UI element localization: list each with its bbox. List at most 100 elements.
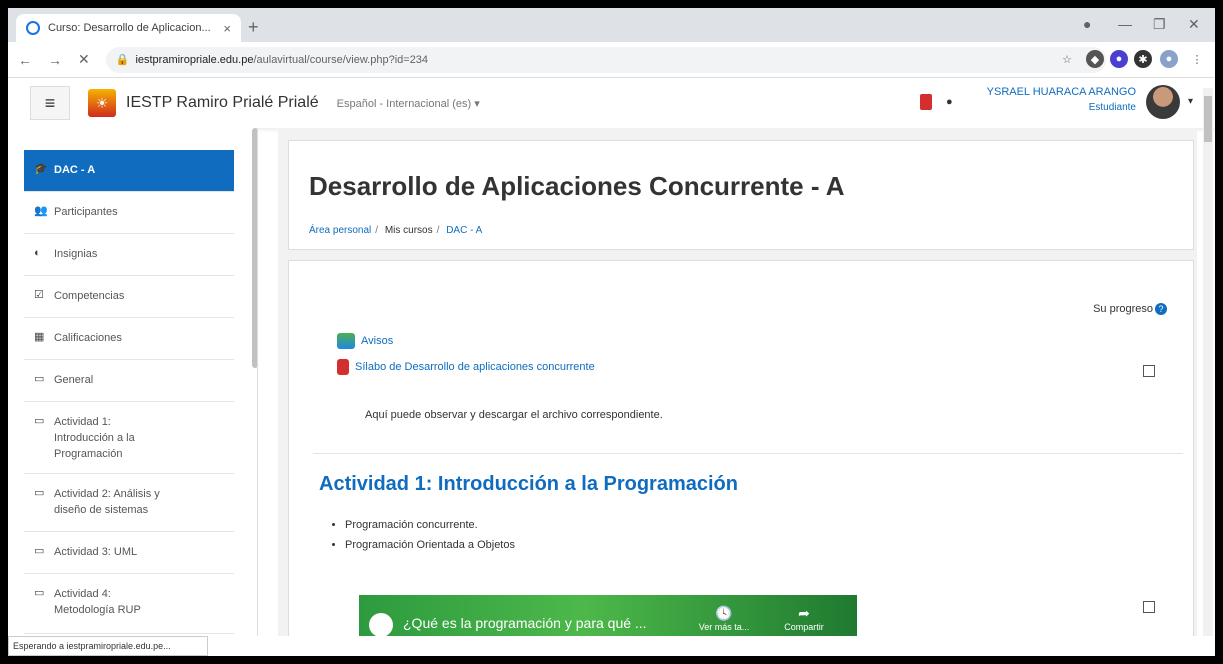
activity-link[interactable]: Sílabo de Desarrollo de aplicaciones con…	[355, 361, 595, 373]
folder-icon: ▭	[34, 373, 45, 385]
breadcrumb-item[interactable]: DAC - A	[446, 225, 482, 236]
sidebar-item-general[interactable]: ▭ General	[24, 360, 234, 402]
sidebar-item-calificaciones[interactable]: ▦ Calificaciones	[24, 318, 234, 360]
sidebar-item-insignias[interactable]: ◐ Insignias	[24, 234, 234, 276]
site-header: ≡ ☀ IESTP Ramiro Prialé Prialé Español -…	[8, 78, 1215, 128]
address-bar: ← → ✕ 🔒 iestpramiropriale.edu.pe /aulavi…	[8, 42, 1215, 78]
main-region: Desarrollo de Aplicaciones Concurrente -…	[278, 128, 1197, 636]
profile-avatar-icon[interactable]: ●	[1160, 50, 1178, 68]
divider	[313, 453, 1183, 454]
page-scrollbar[interactable]	[1203, 88, 1213, 636]
status-bar: Esperando a iestpramiropriale.edu.pe...	[8, 636, 208, 656]
users-icon: 👥	[34, 205, 48, 217]
activity-forum[interactable]: Avisos	[337, 333, 393, 349]
extension-icon[interactable]: ●	[1110, 50, 1128, 68]
completion-checkbox[interactable]	[1143, 601, 1155, 613]
topic-list: Programación concurrente. Programación O…	[345, 519, 515, 559]
tab-title: Curso: Desarrollo de Aplicacion...	[48, 22, 211, 34]
nav-drawer: 🎓 DAC - A 👥 Participantes ◐ Insignias ☑ …	[8, 128, 258, 636]
close-window-button[interactable]: ✕	[1188, 16, 1200, 33]
tab-close-button[interactable]: ×	[223, 21, 231, 36]
language-menu[interactable]: Español - Internacional (es) ▾	[337, 97, 480, 110]
new-tab-button[interactable]: +	[248, 17, 259, 38]
sidebar-item-label: Competencias	[54, 290, 125, 302]
page-header-card: Desarrollo de Aplicaciones Concurrente -…	[288, 140, 1194, 250]
list-item: Programación concurrente.	[345, 519, 515, 531]
scrollbar-thumb[interactable]	[1204, 96, 1212, 142]
drawer-toggle-button[interactable]: ≡	[30, 86, 70, 120]
graduation-cap-icon: 🎓	[34, 163, 48, 175]
sidebar-item-label: Actividad 2: Análisis y diseño de sistem…	[54, 488, 160, 516]
breadcrumb-item[interactable]: Área personal	[309, 225, 371, 236]
browser-tab[interactable]: Curso: Desarrollo de Aplicacion... ×	[16, 14, 241, 42]
avatar[interactable]	[1146, 85, 1180, 119]
completion-checkbox[interactable]	[1143, 365, 1155, 377]
folder-icon: ▭	[34, 545, 45, 557]
sidebar-item-label: Insignias	[54, 248, 98, 260]
sidebar-item-course[interactable]: 🎓 DAC - A	[24, 150, 234, 192]
share-button[interactable]: ➦ Compartir	[769, 605, 839, 632]
share-icon: ➦	[798, 605, 810, 621]
section-title[interactable]: Actividad 1: Introducción a la Programac…	[319, 473, 738, 496]
progress-text: Su progreso	[1093, 303, 1153, 315]
site-name[interactable]: IESTP Ramiro Prialé Prialé	[126, 94, 319, 112]
url-host: iestpramiropriale.edu.pe	[135, 53, 254, 66]
activity-resource[interactable]: Sílabo de Desarrollo de aplicaciones con…	[337, 359, 595, 375]
video-embed[interactable]: ¿Qué es la programación y para qué ... 🕓…	[359, 595, 857, 636]
back-icon[interactable]: ←	[18, 52, 32, 68]
url-path: /aulavirtual/course/view.php?id=234	[253, 53, 429, 66]
share-label: Compartir	[784, 622, 824, 632]
video-title[interactable]: ¿Qué es la programación y para qué ...	[403, 615, 647, 631]
lock-icon: 🔒	[115, 54, 130, 66]
site-logo-icon[interactable]: ☀	[88, 89, 116, 117]
sidebar-item-participantes[interactable]: 👥 Participantes	[24, 192, 234, 234]
folder-icon: ▭	[34, 587, 45, 599]
sidebar-item-actividad-2[interactable]: ▭ Actividad 2: Análisis y diseño de sist…	[24, 474, 234, 532]
messages-icon[interactable]: ●	[946, 96, 953, 108]
forward-icon[interactable]: →	[48, 52, 62, 68]
sidebar-item-competencias[interactable]: ☑ Competencias	[24, 276, 234, 318]
watch-later-button[interactable]: 🕓 Ver más ta...	[689, 605, 759, 632]
forum-icon	[337, 333, 355, 349]
watch-later-label: Ver más ta...	[698, 622, 750, 632]
puzzle-icon[interactable]: ✱	[1134, 50, 1152, 68]
user-menu[interactable]: YSRAEL HUARACA ARANGO Estudiante	[966, 86, 1136, 113]
breadcrumb-item[interactable]: Mis cursos	[385, 225, 433, 236]
profile-dot-icon[interactable]: ●	[1083, 16, 1091, 32]
clock-icon: 🕓	[715, 605, 733, 621]
notifications-icon[interactable]	[920, 94, 932, 110]
sidebar-item-label: Actividad 3: UML	[54, 546, 138, 558]
loading-icon	[26, 21, 40, 35]
url-field[interactable]: 🔒 iestpramiropriale.edu.pe /aulavirtual/…	[105, 46, 1106, 73]
sidebar-scrollbar[interactable]	[252, 128, 257, 368]
minimize-button[interactable]: —	[1118, 16, 1132, 32]
chevron-down-icon[interactable]: ▾	[1188, 96, 1193, 107]
sidebar-item-label: Actividad 4: Metodología RUP	[54, 588, 141, 616]
folder-icon: ▭	[34, 487, 45, 499]
sidebar-item-actividad-1[interactable]: ▭ Actividad 1: Introducción a la Program…	[24, 402, 234, 474]
sidebar-item-label: Calificaciones	[54, 332, 122, 344]
browser-menu-icon[interactable]: ⋮	[1188, 50, 1206, 68]
maximize-button[interactable]: ❐	[1153, 16, 1166, 33]
sidebar-item-label: General	[54, 374, 94, 386]
stop-icon[interactable]: ✕	[78, 51, 90, 68]
progress-label: Su progreso ?	[1093, 303, 1167, 315]
sidebar-item-actividad-3[interactable]: ▭ Actividad 3: UML	[24, 532, 234, 574]
help-icon[interactable]: ?	[1155, 303, 1167, 315]
breadcrumb: Área personal / Mis cursos / DAC - A	[309, 225, 483, 236]
badge-icon: ◐	[34, 247, 41, 259]
star-icon[interactable]: ☆	[1058, 50, 1076, 68]
sidebar-item-label: DAC - A	[54, 164, 96, 176]
user-name: YSRAEL HUARACA ARANGO	[986, 86, 1136, 98]
list-item: Programación Orientada a Objetos	[345, 539, 515, 551]
user-role: Estudiante	[1088, 102, 1136, 113]
extension-icon[interactable]: ◆	[1086, 50, 1104, 68]
activity-link[interactable]: Avisos	[361, 335, 393, 347]
checkbox-icon: ☑	[34, 289, 44, 301]
sidebar-item-label: Participantes	[54, 206, 118, 218]
table-icon: ▦	[34, 331, 45, 343]
channel-logo-icon	[369, 613, 393, 636]
sidebar-item-actividad-4[interactable]: ▭ Actividad 4: Metodología RUP	[24, 574, 234, 634]
page-title: Desarrollo de Aplicaciones Concurrente -…	[309, 171, 845, 201]
activity-description: Aquí puede observar y descargar el archi…	[365, 409, 663, 421]
